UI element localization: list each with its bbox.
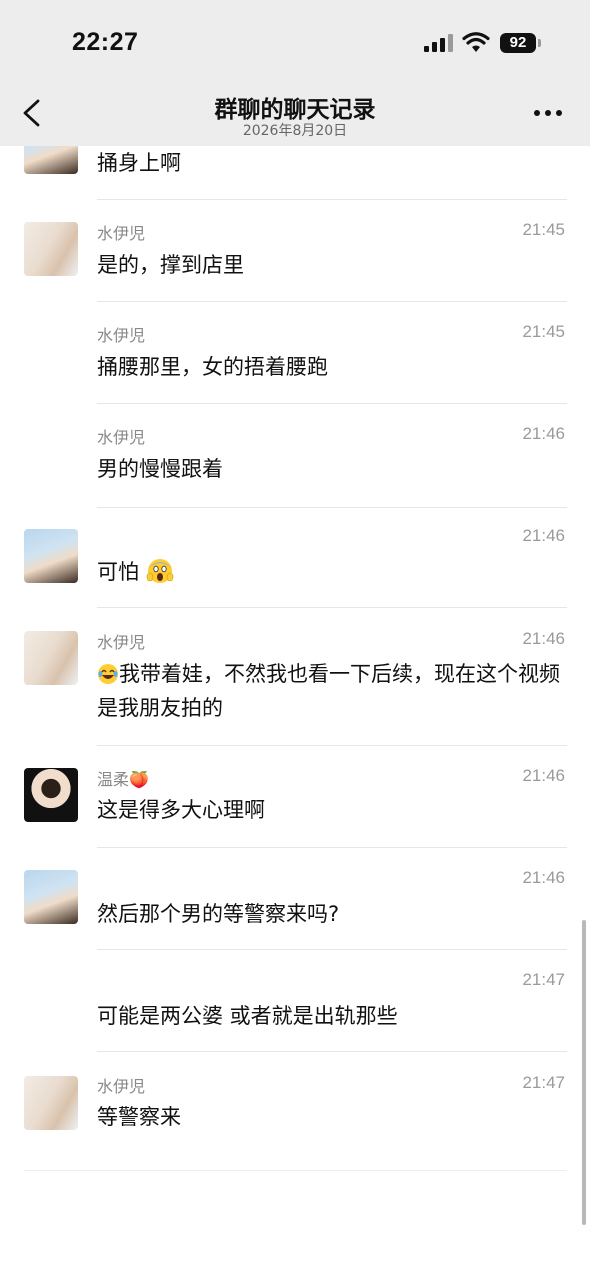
message-time: 21:47 bbox=[522, 970, 565, 989]
message-text: 男的慢慢跟着 bbox=[97, 457, 223, 481]
sender-name: 水伊児 bbox=[97, 224, 146, 243]
avatar[interactable] bbox=[24, 631, 78, 685]
message-text: 这是得多大心理啊 bbox=[97, 798, 265, 822]
message-text: 可能是两公婆 或者就是出轨那些 bbox=[97, 1004, 398, 1028]
list-end-divider bbox=[24, 1170, 567, 1171]
divider bbox=[97, 607, 567, 608]
divider bbox=[97, 507, 567, 508]
peach-emoji-icon: 🍑 bbox=[129, 770, 149, 789]
message-text: 然后那个男的等警察来吗? bbox=[97, 902, 340, 926]
message-text-content: 可怕 bbox=[97, 560, 139, 584]
message-time: 21:46 bbox=[522, 629, 565, 648]
page-subtitle: 2026年8月20日 bbox=[242, 123, 348, 139]
divider bbox=[97, 949, 567, 950]
status-time: 22:27 bbox=[72, 28, 139, 56]
signal-icon bbox=[424, 34, 454, 52]
avatar[interactable] bbox=[24, 222, 78, 276]
sender-name: 水伊児 bbox=[97, 1077, 146, 1096]
message-text: 捅身上啊 bbox=[97, 151, 181, 175]
message-text: 捅腰那里，女的捂着腰跑 bbox=[97, 355, 328, 379]
divider bbox=[97, 199, 567, 200]
message-time: 21:46 bbox=[522, 868, 565, 887]
message-time: 21:45 bbox=[522, 322, 565, 341]
nav-bar: 群聊的聊天记录 2026年8月20日 bbox=[0, 80, 590, 146]
sender-name: 水伊児 bbox=[97, 326, 146, 345]
avatar[interactable] bbox=[24, 529, 78, 583]
message-time: 21:46 bbox=[522, 424, 565, 443]
laughing-emoji-icon bbox=[98, 664, 118, 684]
avatar[interactable] bbox=[24, 768, 78, 822]
message-text: 我带着娃，不然我也看一下后续，现在这个视频是我朋友拍的 bbox=[97, 657, 567, 725]
sender-name: 水伊児 bbox=[97, 633, 146, 652]
wifi-icon bbox=[462, 32, 490, 52]
divider bbox=[97, 403, 567, 404]
avatar[interactable] bbox=[24, 1076, 78, 1130]
message-text: 等警察来 bbox=[97, 1105, 181, 1129]
battery-icon: 92 bbox=[500, 33, 536, 53]
avatar[interactable] bbox=[24, 146, 78, 174]
divider bbox=[97, 1051, 567, 1052]
chat-record-list[interactable]: 捅身上啊 水伊児 21:45 是的，撑到店里 水伊児 21:45 捅腰那里，女的… bbox=[0, 146, 590, 1280]
sender-name: 温柔🍑 bbox=[97, 766, 149, 790]
message-time: 21:47 bbox=[522, 1073, 565, 1092]
message-time: 21:46 bbox=[522, 766, 565, 785]
message-text: 可怕 bbox=[97, 555, 567, 589]
avatar[interactable] bbox=[24, 870, 78, 924]
message-text-content: 我带着娃，不然我也看一下后续，现在这个视频是我朋友拍的 bbox=[97, 662, 560, 720]
message-time: 21:45 bbox=[522, 220, 565, 239]
status-bar: 22:27 92 bbox=[0, 0, 590, 80]
message-time: 21:46 bbox=[522, 526, 565, 545]
page-title: 群聊的聊天记录 bbox=[214, 97, 376, 123]
sender-name-text: 温柔 bbox=[97, 770, 130, 789]
divider bbox=[97, 301, 567, 302]
battery-tip bbox=[538, 39, 541, 47]
scrollbar[interactable] bbox=[582, 920, 586, 1225]
scream-emoji-icon bbox=[146, 559, 173, 583]
sender-name: 水伊児 bbox=[97, 428, 146, 447]
divider bbox=[97, 847, 567, 848]
message-text: 是的，撑到店里 bbox=[97, 253, 244, 277]
divider bbox=[97, 745, 567, 746]
more-dots-icon[interactable] bbox=[530, 108, 566, 118]
